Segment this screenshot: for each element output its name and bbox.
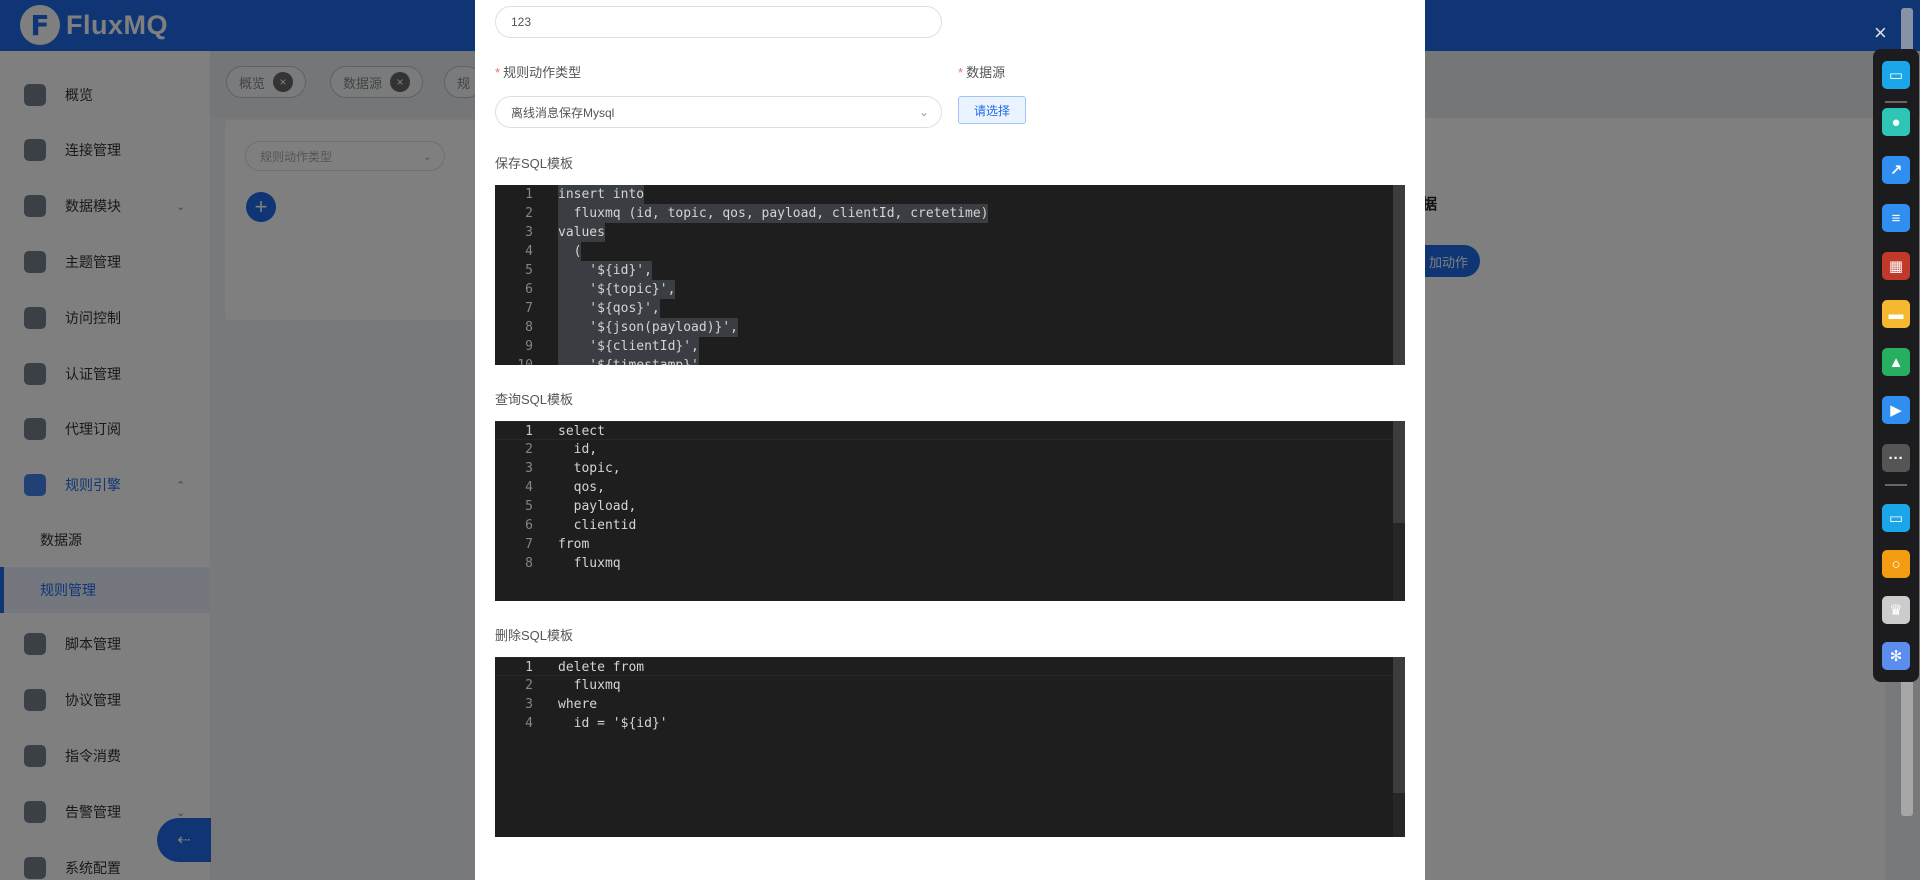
code-text: select bbox=[558, 424, 605, 439]
folder-icon[interactable]: ▬ bbox=[1882, 300, 1910, 328]
line-number: 3 bbox=[525, 697, 533, 712]
action-type-select[interactable]: 离线消息保存Mysql ⌄ bbox=[495, 96, 942, 128]
monitor-icon[interactable]: ▭ bbox=[1882, 61, 1910, 89]
code-text: delete from bbox=[558, 660, 645, 675]
close-drawer-icon[interactable]: × bbox=[1874, 20, 1887, 46]
code-text: '${clientId}', bbox=[558, 337, 699, 356]
action-type-label: * 规则动作类型 bbox=[495, 65, 582, 80]
action-name-input[interactable]: 123 bbox=[495, 6, 942, 38]
code-text: fluxmq bbox=[558, 556, 621, 571]
code-text: '${json(payload)}', bbox=[558, 318, 739, 337]
line-number: 1 bbox=[525, 187, 533, 202]
code-text: ( bbox=[558, 242, 582, 261]
code-text: '${topic}', bbox=[558, 280, 676, 299]
code-line: 2 fluxmq bbox=[495, 676, 1393, 695]
code-text: insert into bbox=[558, 185, 645, 204]
line-number: 4 bbox=[525, 716, 533, 731]
dock-separator bbox=[1885, 484, 1907, 486]
code-line: 5 '${id}', bbox=[495, 261, 1393, 280]
delete-sql-editor[interactable]: 1 delete from 2 fluxmq 3 where 4 id = '${id}' bbox=[495, 657, 1405, 837]
datasource-label: * 数据源 bbox=[958, 65, 1006, 80]
code-line: 6 '${topic}', bbox=[495, 280, 1393, 299]
code-text: id, bbox=[558, 442, 598, 457]
code-line: 1 select bbox=[495, 421, 1393, 440]
share-icon[interactable]: ↗ bbox=[1882, 156, 1910, 184]
image-icon[interactable]: ▲ bbox=[1882, 348, 1910, 376]
code-text: values bbox=[558, 223, 605, 242]
line-number: 3 bbox=[525, 225, 533, 240]
code-text: id = '${id}' bbox=[558, 716, 668, 731]
query-sql-editor[interactable]: 1 select 2 id, 3 topic, 4 qos, 5 payload, 6 cl… bbox=[495, 421, 1405, 601]
gear-icon[interactable]: ✻ bbox=[1882, 642, 1910, 670]
editor-scroll-thumb[interactable] bbox=[1393, 421, 1405, 523]
line-number: 6 bbox=[525, 518, 533, 533]
save-sql-label: 保存SQL模板 bbox=[495, 156, 574, 171]
line-number: 2 bbox=[525, 206, 533, 221]
code-line: 5 payload, bbox=[495, 497, 1393, 516]
editor-scroll-thumb[interactable] bbox=[1393, 657, 1405, 793]
code-line: 3 topic, bbox=[495, 459, 1393, 478]
code-text: fluxmq bbox=[558, 678, 621, 693]
app-dock: ▭ ● ↗ ≡ ▦ ▬ ▲ ▶ ··· ▭ ○ ♛ ✻ bbox=[1873, 49, 1919, 682]
code-line: 4 id = '${id}' bbox=[495, 714, 1393, 733]
code-line: 7 from bbox=[495, 535, 1393, 554]
save-sql-editor[interactable]: 1 insert into 2 fluxmq (id, topic, qos, pa… bbox=[495, 185, 1405, 365]
video-icon[interactable]: ▶ bbox=[1882, 396, 1910, 424]
code-line: 7 '${qos}', bbox=[495, 299, 1393, 318]
code-text: '${id}', bbox=[558, 261, 652, 280]
dock-separator bbox=[1885, 101, 1907, 103]
code-line: 9 '${clientId}', bbox=[495, 337, 1393, 356]
code-text: where bbox=[558, 697, 598, 712]
code-line: 10 '${timestamp}' bbox=[495, 356, 1393, 365]
code-text: clientid bbox=[558, 518, 637, 533]
line-number: 7 bbox=[525, 301, 533, 316]
code-line: 1 insert into bbox=[495, 185, 1393, 204]
document-icon[interactable]: ≡ bbox=[1882, 204, 1910, 232]
archive-icon[interactable]: ▦ bbox=[1882, 252, 1910, 280]
line-number: 8 bbox=[525, 320, 533, 335]
query-sql-label: 查询SQL模板 bbox=[495, 392, 574, 407]
crown-icon[interactable]: ♛ bbox=[1882, 596, 1910, 624]
line-number: 8 bbox=[525, 556, 533, 571]
code-line: 4 ( bbox=[495, 242, 1393, 261]
code-line: 2 id, bbox=[495, 440, 1393, 459]
code-line: 8 '${json(payload)}', bbox=[495, 318, 1393, 337]
code-text: from bbox=[558, 537, 590, 552]
code-text: fluxmq (id, topic, qos, payload, clientI… bbox=[558, 204, 989, 223]
chevron-down-icon: ⌄ bbox=[918, 105, 929, 119]
line-number: 10 bbox=[495, 356, 533, 365]
line-number: 5 bbox=[525, 263, 533, 278]
code-line: 1 delete from bbox=[495, 657, 1393, 676]
code-text: '${qos}', bbox=[558, 299, 660, 318]
more-icon[interactable]: ··· bbox=[1882, 444, 1910, 472]
line-number: 5 bbox=[525, 499, 533, 514]
line-number: 3 bbox=[525, 461, 533, 476]
line-number: 9 bbox=[525, 339, 533, 354]
search-icon[interactable]: ○ bbox=[1882, 550, 1910, 578]
code-line: 6 clientid bbox=[495, 516, 1393, 535]
line-number: 6 bbox=[525, 282, 533, 297]
delete-sql-label: 删除SQL模板 bbox=[495, 628, 574, 643]
line-number: 2 bbox=[525, 678, 533, 693]
select-datasource-button[interactable]: 请选择 bbox=[958, 96, 1026, 124]
user-icon[interactable]: ● bbox=[1882, 108, 1910, 136]
line-number: 7 bbox=[525, 537, 533, 552]
code-line: 2 fluxmq (id, topic, qos, payload, clien… bbox=[495, 204, 1393, 223]
code-text: payload, bbox=[558, 499, 637, 514]
remote-desktop-icon[interactable]: ▭ bbox=[1882, 504, 1910, 532]
code-line: 8 fluxmq bbox=[495, 554, 1393, 573]
line-number: 1 bbox=[525, 660, 533, 675]
editor-scroll-thumb[interactable] bbox=[1393, 185, 1405, 365]
line-number: 1 bbox=[525, 424, 533, 439]
code-text: qos, bbox=[558, 480, 605, 495]
line-number: 2 bbox=[525, 442, 533, 457]
line-number: 4 bbox=[525, 244, 533, 259]
code-text: topic, bbox=[558, 461, 621, 476]
code-line: 3 values bbox=[495, 223, 1393, 242]
code-line: 3 where bbox=[495, 695, 1393, 714]
code-text: '${timestamp}' bbox=[558, 356, 699, 365]
code-line: 4 qos, bbox=[495, 478, 1393, 497]
line-number: 4 bbox=[525, 480, 533, 495]
